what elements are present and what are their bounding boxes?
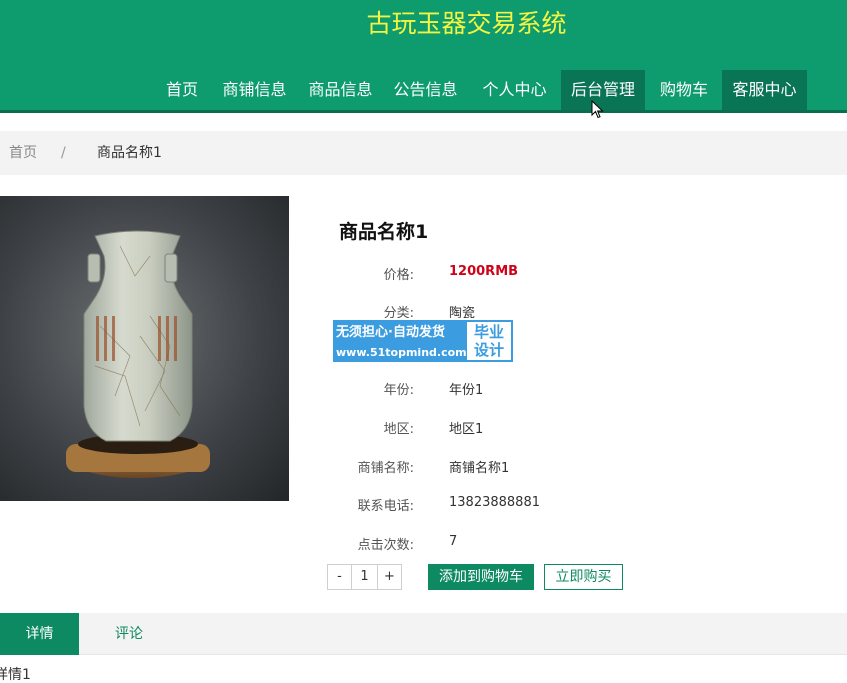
watermark-banner: 无须担心·自动发货 www.51topmind.com 毕业 设计 [331,318,515,364]
quantity-decrease-button[interactable]: - [327,564,352,590]
region-value: 地区1 [449,422,484,437]
main-nav: 首页 商铺信息 商品信息 公告信息 个人中心 后台管理 购物车 客服中心 [0,70,847,110]
watermark-url: www.51topmind.com [336,346,467,359]
header-bar: 古玩玉器交易系统 首页 商铺信息 商品信息 公告信息 个人中心 后台管理 购物车… [0,0,847,113]
quantity-increase-button[interactable]: + [377,564,402,590]
nav-underline [0,110,847,113]
nav-personal-center[interactable]: 个人中心 [476,70,553,110]
tab-details[interactable]: 详情 [0,613,79,655]
breadcrumb-current: 商品名称1 [97,145,162,161]
breadcrumb-separator: / [61,145,66,161]
watermark-badge-line2: 设计 [473,341,504,359]
buy-now-button[interactable]: 立即购买 [544,564,623,590]
nav-announcements[interactable]: 公告信息 [388,70,463,110]
detail-content: 详情1 [0,667,31,683]
vase-image-icon [0,196,289,501]
region-label: 地区: [383,422,414,437]
year-label: 年份: [383,383,414,398]
breadcrumb-home-link[interactable]: 首页 [9,131,37,175]
year-value: 年份1 [449,383,484,398]
product-image [0,196,289,501]
watermark-badge: 毕业 设计 [467,322,511,360]
product-title: 商品名称1 [339,221,429,243]
phone-value: 13823888881 [449,495,540,510]
phone-label: 联系电话: [357,499,414,514]
watermark-badge-line1: 毕业 [473,323,504,341]
shop-name-label: 商铺名称: [357,461,414,476]
tab-comments[interactable]: 评论 [79,613,179,655]
nav-shops[interactable]: 商铺信息 [217,70,292,110]
nav-customer-service[interactable]: 客服中心 [722,70,807,110]
breadcrumb: 首页 / 商品名称1 [0,131,847,175]
nav-cart[interactable]: 购物车 [653,70,715,110]
shop-name-value: 商铺名称1 [449,461,510,476]
price-value: 1200RMB [449,264,519,279]
nav-home[interactable]: 首页 [160,70,204,110]
watermark-slogan: 无须担心·自动发货 [336,325,445,340]
site-title: 古玩玉器交易系统 [366,9,567,38]
click-count-label: 点击次数: [357,538,414,553]
quantity-stepper: - 1 + [327,564,402,590]
click-count-value: 7 [449,534,458,549]
quantity-input[interactable]: 1 [352,564,377,590]
price-label: 价格: [383,268,414,283]
add-to-cart-button[interactable]: 添加到购物车 [428,564,534,590]
mouse-cursor-icon [591,100,604,119]
detail-tabs: 详情 评论 [0,613,847,655]
nav-products[interactable]: 商品信息 [303,70,378,110]
